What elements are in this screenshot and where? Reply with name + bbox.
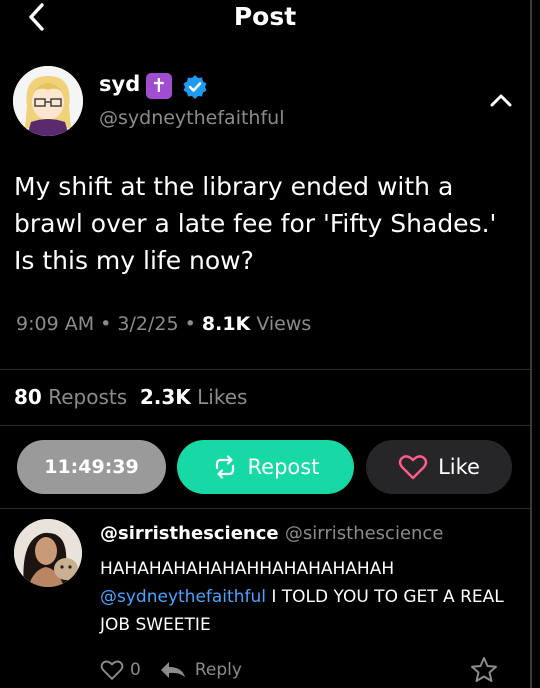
reply-author-handle[interactable]: @sirristhescience <box>285 523 444 544</box>
like-button[interactable]: Like <box>366 440 512 494</box>
reply-actions: 0 Reply <box>100 655 242 685</box>
views-count: 8.1K <box>201 313 251 335</box>
timer-label: 11:49:39 <box>44 456 139 478</box>
meta-separator: • <box>100 313 112 335</box>
reply-line: HAHAHAHAHAHAHHAHAHAHAHAH <box>100 559 395 579</box>
reposts-count: 80 <box>14 385 42 409</box>
likes-stat[interactable]: 2.3K Likes <box>140 385 248 409</box>
author-handle[interactable]: @sydneythefaithful <box>99 107 284 129</box>
heart-outline-icon <box>398 455 428 480</box>
cross-emoji-badge: ✝ <box>146 73 172 99</box>
collapse-button[interactable] <box>488 90 514 110</box>
repost-label: Repost <box>247 455 320 479</box>
meta-separator: • <box>184 313 196 335</box>
chevron-up-icon <box>490 94 512 107</box>
reply-like-button[interactable]: 0 <box>100 659 141 681</box>
reply-label: Reply <box>194 660 242 680</box>
post-text: My shift at the library ended with a bra… <box>14 172 497 275</box>
reply-like-count: 0 <box>130 660 141 680</box>
likes-count: 2.3K <box>139 385 191 409</box>
heart-outline-icon <box>100 660 124 680</box>
reply-arrow-icon <box>160 662 185 678</box>
post-time: 9:09 AM <box>16 313 95 335</box>
divider <box>0 508 530 509</box>
verified-badge <box>182 74 208 100</box>
bookmark-button[interactable] <box>470 656 498 684</box>
reply-button[interactable]: Reply <box>159 660 242 680</box>
reply-avatar[interactable] <box>14 519 82 587</box>
repost-button[interactable]: Repost <box>177 440 354 494</box>
avatar-drawing <box>13 66 83 136</box>
author-name[interactable]: syd <box>99 72 140 96</box>
page-edge-divider <box>530 0 532 688</box>
reposts-stat[interactable]: 80 Reposts <box>14 385 127 409</box>
likes-label: Likes <box>197 385 248 409</box>
reply-text: HAHAHAHAHAHAHHAHAHAHAHAH @sydneythefaith… <box>100 555 520 639</box>
page-title: Post <box>233 2 297 31</box>
post-stats: 80 Reposts 2.3K Likes <box>14 385 247 409</box>
reposts-label: Reposts <box>48 385 128 409</box>
reply-author: @sirristhescience @sirristhescience <box>100 523 443 544</box>
divider <box>0 369 530 370</box>
repost-arrows-icon <box>215 455 234 479</box>
views-label: Views <box>256 313 312 335</box>
verified-check-icon <box>183 75 207 99</box>
timer-button[interactable]: 11:49:39 <box>17 440 166 494</box>
post-meta: 9:09 AM • 3/2/25 • 8.1K Views <box>16 313 311 335</box>
like-label: Like <box>438 455 480 479</box>
divider <box>0 425 530 426</box>
reply-mention-link[interactable]: @sydneythefaithful <box>100 587 266 607</box>
star-outline-icon <box>471 657 497 682</box>
reply-avatar-photo <box>14 519 82 587</box>
post-date: 3/2/25 <box>117 313 179 335</box>
reply-author-name[interactable]: @sirristhescience <box>100 523 279 544</box>
avatar[interactable] <box>13 66 83 136</box>
